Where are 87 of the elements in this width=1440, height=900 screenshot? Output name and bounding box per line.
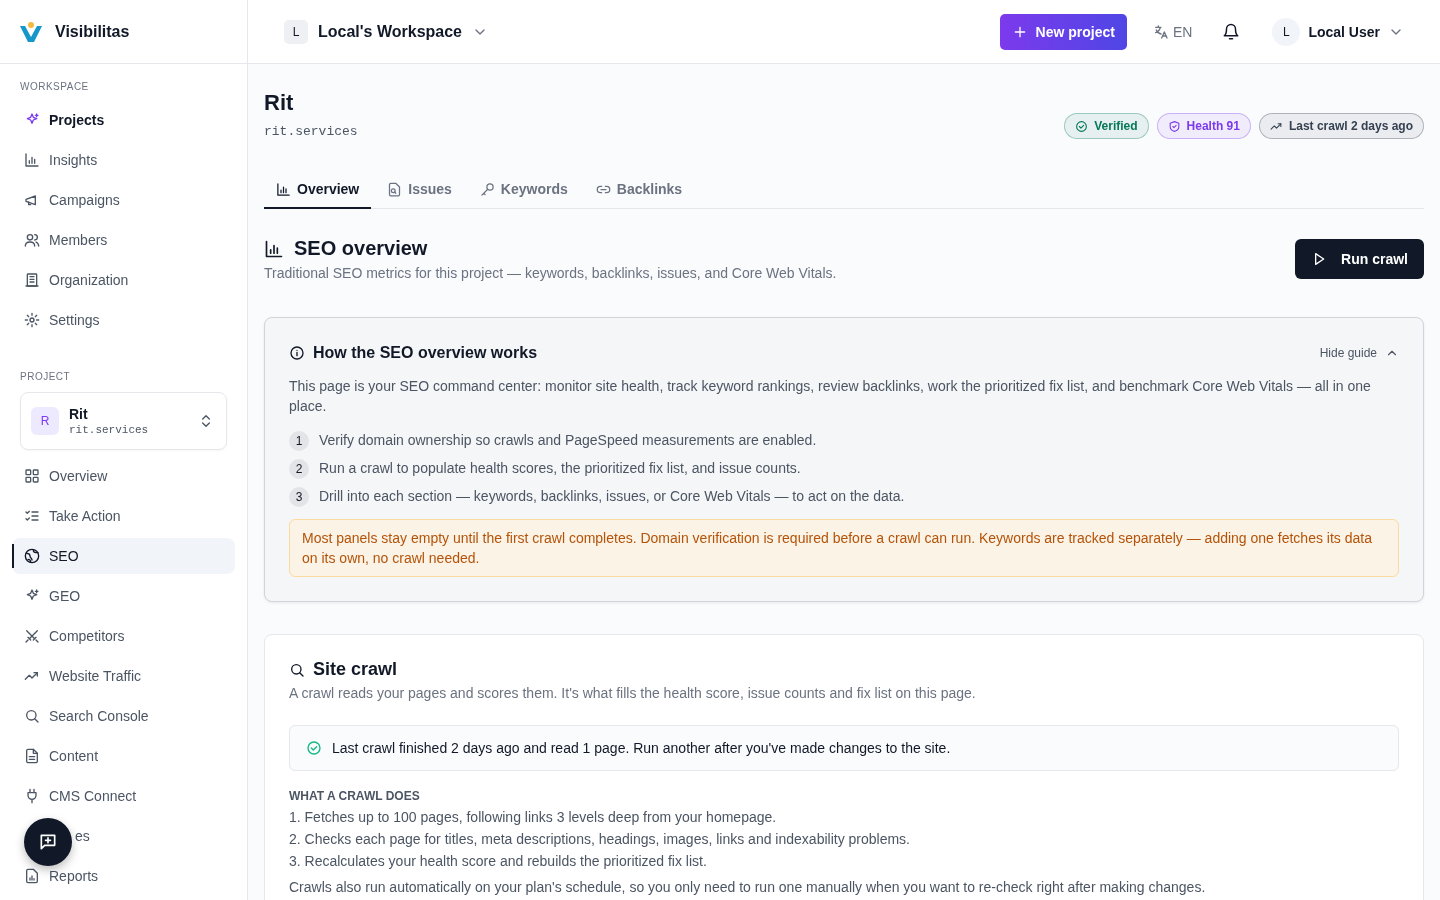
check-circle-icon — [1075, 119, 1089, 133]
search-icon — [289, 661, 305, 678]
project-domain: rit.services — [264, 124, 359, 139]
user-avatar: L — [1272, 17, 1301, 46]
list-item: 3. Recalculates your health score and rebuilds the prioritized fix list. — [289, 853, 708, 869]
sidebar-item[interactable]: Reports — [12, 858, 235, 894]
checklist-icon — [24, 508, 40, 524]
message-plus-icon — [38, 832, 58, 852]
guide-title: How the SEO overview works — [313, 344, 539, 362]
sidebar-item[interactable]: Organization — [12, 262, 235, 298]
step-number: 1 — [289, 431, 309, 451]
file-search-icon — [387, 181, 403, 197]
project-switcher[interactable]: R Rit rit.services — [20, 392, 227, 450]
grid-icon — [24, 468, 40, 484]
hide-guide-button[interactable]: Hide guide — [1319, 346, 1399, 360]
sidebar-item[interactable]: GEO — [12, 578, 235, 614]
crossed-swords-icon — [24, 628, 40, 644]
section-title: SEO overview — [294, 237, 428, 260]
workspace-avatar: L — [284, 19, 308, 44]
step-text: Run a crawl to populate health scores, the prioritized fix list, and issue counts. — [319, 460, 801, 476]
status-badge: Last crawl 2 days ago — [1258, 113, 1424, 139]
crawl-note: Crawls also run automatically on your plan's schedule, so you only need to run one manually when you want to re-check right after making changes. — [289, 879, 1207, 895]
sidebar-item[interactable]: Campaigns — [12, 182, 235, 218]
sidebar-item[interactable]: Settings — [12, 302, 235, 338]
logo-icon — [19, 20, 43, 43]
card-description: A crawl reads your pages and scores them. It's what fills the health score, issue counts and fix list on this page. — [289, 685, 977, 701]
page-title: Rit — [264, 90, 295, 116]
status-badge: Verified — [1064, 113, 1149, 139]
bar-chart-icon — [264, 238, 284, 259]
bar-chart-icon — [24, 152, 40, 168]
step-text: Drill into each section — keywords, backlinks, issues, or Core Web Vitals — to act on the data. — [319, 488, 905, 504]
document-icon — [24, 748, 40, 764]
project-avatar: R — [31, 407, 59, 435]
user-name: Local User — [1308, 23, 1380, 40]
run-crawl-button[interactable]: Run crawl — [1295, 239, 1424, 279]
sidebar-item[interactable]: Take Action — [12, 498, 235, 534]
status-badge: Health 91 — [1156, 113, 1251, 139]
sidebar-item[interactable]: SEO — [12, 538, 235, 574]
language-selector[interactable]: EN — [1144, 23, 1201, 40]
list-item: 2. Checks each page for titles, meta descriptions, headings, images, links and indexability problems. — [289, 831, 911, 847]
sidebar-item[interactable]: Website Traffic — [12, 658, 235, 694]
sidebar-item[interactable]: es — [12, 818, 235, 854]
users-icon — [24, 232, 40, 248]
workspace-name: Local's Workspace — [318, 22, 462, 41]
tab[interactable]: Overview — [264, 171, 372, 209]
step-number: 3 — [289, 487, 309, 507]
section-label: WORKSPACE — [19, 80, 90, 94]
list-heading: WHAT A CRAWL DOES — [289, 789, 421, 803]
section-label: PROJECT — [19, 370, 72, 384]
search-icon — [24, 708, 40, 724]
building-icon — [24, 272, 40, 288]
brand-name: Visibilitas — [55, 22, 130, 41]
globe-icon — [24, 548, 40, 564]
sidebar-item[interactable]: Competitors — [12, 618, 235, 654]
sidebar-item[interactable]: CMS Connect — [12, 778, 235, 814]
guide-intro: This page is your SEO command center: monitor site health, track keyword rankings, review backlinks, work the prioritized fix list, and benchmark Core Web Vitals — all in one place. — [289, 377, 1372, 416]
check-circle-icon — [306, 740, 322, 756]
tab[interactable]: Issues — [375, 171, 464, 209]
status-text: Last crawl finished 2 days ago and read 1 page. Run another after you've made changes to the site. — [332, 740, 951, 756]
section-description: Traditional SEO metrics for this project — keywords, backlinks, issues, and Core Web Vitals. — [264, 265, 838, 281]
list-item: 1. Fetches up to 100 pages, following links 3 levels deep from your homepage. — [289, 809, 778, 825]
sidebar-item[interactable]: Search Console — [12, 698, 235, 734]
bar-chart-icon — [276, 181, 291, 197]
step-number: 2 — [289, 459, 309, 479]
sidebar-item[interactable]: Overview — [12, 458, 235, 494]
key-icon — [479, 181, 495, 197]
user-menu[interactable]: L Local User — [1272, 17, 1404, 46]
tab[interactable]: Keywords — [467, 171, 580, 209]
plug-icon — [24, 788, 40, 804]
notification-bell-icon[interactable] — [1222, 22, 1241, 41]
warning-note: Most panels stay empty until the first crawl completes. Domain verification is required before a crawl can run. Keywords are tracked separately — adding one fetches its data on its own, no crawl needed. — [289, 519, 1399, 577]
sidebar-item[interactable]: Insights — [12, 142, 235, 178]
translate-icon — [1152, 23, 1169, 40]
shield-icon — [1167, 119, 1181, 133]
project-name: Rit — [69, 406, 89, 422]
feedback-button[interactable] — [24, 818, 72, 866]
sidebar-item[interactable]: Members — [12, 222, 235, 258]
step-text: Verify domain ownership so crawls and PageSpeed measurements are enabled. — [319, 432, 817, 448]
info-icon — [289, 345, 305, 361]
project-domain: rit.services — [69, 424, 150, 436]
card-title: Site crawl — [313, 659, 398, 680]
report-icon — [24, 868, 40, 884]
sidebar-item[interactable]: Projects — [12, 102, 235, 138]
workspace-switcher[interactable]: L Local's Workspace — [284, 19, 488, 44]
new-project-button[interactable]: New project — [999, 13, 1127, 50]
tab[interactable]: Backlinks — [583, 171, 695, 209]
sidebar-item[interactable]: Content — [12, 738, 235, 774]
